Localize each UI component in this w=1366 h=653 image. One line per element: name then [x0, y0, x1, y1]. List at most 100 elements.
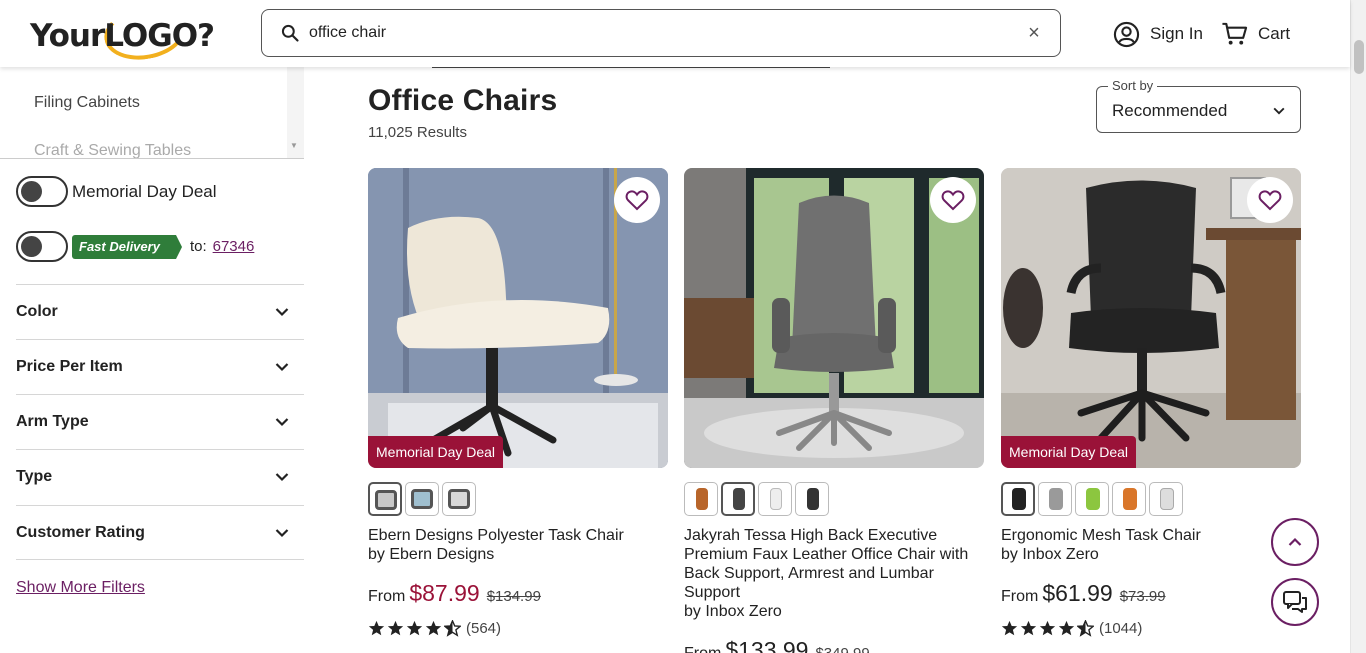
- product-card[interactable]: Jakyrah Tessa High Back Executive Premiu…: [684, 168, 984, 653]
- star-full-icon: [1039, 620, 1056, 636]
- product-title-block[interactable]: Ebern Designs Polyester Task Chair by Eb…: [368, 526, 668, 564]
- logo-text: YourLOGO?: [30, 18, 215, 54]
- filter-customer-rating[interactable]: Customer Rating: [16, 505, 304, 560]
- filter-label: Customer Rating: [16, 523, 145, 541]
- swatch-fill: [411, 489, 433, 509]
- rating-row[interactable]: (564): [368, 620, 501, 637]
- scroll-down-arrow-icon[interactable]: ▼: [290, 141, 298, 150]
- original-price: $349.99: [815, 645, 869, 653]
- star-half-icon: [1077, 620, 1094, 637]
- sort-legend: Sort by: [1108, 78, 1158, 93]
- star-full-icon: [1001, 620, 1018, 636]
- star-full-icon: [406, 620, 423, 636]
- zip-code-link[interactable]: 67346: [213, 238, 255, 255]
- filter-sidebar: Filing Cabinets Craft & Sewing Tables ▼ …: [0, 67, 305, 653]
- product-image[interactable]: Memorial Day Deal: [1001, 168, 1301, 468]
- product-image[interactable]: [684, 168, 984, 468]
- sort-dropdown[interactable]: Sort by Recommended: [1096, 78, 1301, 133]
- swatch-fill: [448, 489, 470, 509]
- header: YourLOGO? × Sign In Cart: [0, 0, 1350, 67]
- product-card[interactable]: Memorial Day Deal Ebern Designs Polyeste…: [368, 168, 668, 637]
- fast-delivery-row: Fast Delivery to: 67346: [16, 231, 254, 262]
- color-swatch[interactable]: [405, 482, 439, 516]
- chevron-down-icon: [275, 418, 289, 427]
- review-count: (1044): [1099, 620, 1143, 637]
- page-scrollbar[interactable]: [1350, 0, 1366, 653]
- current-price: $133.99: [725, 637, 809, 653]
- filter-label: Arm Type: [16, 413, 89, 430]
- color-swatch[interactable]: [1149, 482, 1183, 516]
- color-swatch[interactable]: [1038, 482, 1072, 516]
- rating-row[interactable]: (1044): [1001, 620, 1142, 637]
- sign-in-button[interactable]: Sign In: [1113, 20, 1203, 48]
- color-swatch[interactable]: [442, 482, 476, 516]
- swatch-fill: [1160, 488, 1174, 510]
- chevron-down-icon: [1273, 107, 1285, 115]
- filter-type[interactable]: Type: [16, 449, 304, 504]
- fast-delivery-toggle[interactable]: [16, 231, 68, 262]
- color-swatches: [368, 482, 476, 516]
- color-swatch[interactable]: [721, 482, 755, 516]
- color-swatch[interactable]: [1001, 482, 1035, 516]
- color-swatch[interactable]: [368, 482, 402, 516]
- price-row: From $61.99 $73.99: [1001, 580, 1166, 607]
- cart-button[interactable]: Cart: [1221, 20, 1290, 48]
- page-scrollbar-thumb[interactable]: [1354, 40, 1364, 74]
- product-title[interactable]: Ebern Designs Polyester Task Chair: [368, 526, 668, 545]
- product-brand: by Ebern Designs: [368, 546, 495, 563]
- color-swatch[interactable]: [684, 482, 718, 516]
- category-craft-sewing-tables[interactable]: Craft & Sewing Tables: [34, 142, 191, 158]
- current-price: $87.99: [409, 580, 480, 606]
- swatch-fill: [807, 488, 819, 510]
- price-from-label: From: [1001, 588, 1039, 605]
- clear-search-icon[interactable]: ×: [1024, 22, 1044, 44]
- heart-icon: [941, 190, 965, 211]
- product-title-block[interactable]: Jakyrah Tessa High Back Executive Premiu…: [684, 526, 984, 621]
- price-from-label: From: [684, 645, 721, 653]
- cart-icon: [1222, 22, 1248, 45]
- filter-color[interactable]: Color: [16, 284, 304, 339]
- favorite-button[interactable]: [1247, 177, 1293, 223]
- swatch-fill: [770, 488, 782, 510]
- price-row: From $87.99 $134.99: [368, 580, 541, 607]
- back-to-top-button[interactable]: [1271, 518, 1319, 566]
- star-full-icon: [368, 620, 385, 636]
- color-swatches: [684, 482, 829, 516]
- search-icon[interactable]: [280, 23, 300, 43]
- favorite-button[interactable]: [930, 177, 976, 223]
- results-count: 11,025 Results: [368, 124, 467, 141]
- chevron-down-icon: [275, 528, 289, 537]
- logo[interactable]: YourLOGO?: [30, 0, 215, 66]
- category-filing-cabinets[interactable]: Filing Cabinets: [34, 94, 140, 112]
- color-swatch[interactable]: [795, 482, 829, 516]
- product-title-block[interactable]: Ergonomic Mesh Task Chair by Inbox Zero: [1001, 526, 1301, 564]
- heart-icon: [625, 190, 649, 211]
- filter-price-per-item[interactable]: Price Per Item: [16, 339, 304, 394]
- color-swatch[interactable]: [758, 482, 792, 516]
- toggle-knob: [21, 236, 42, 257]
- memorial-day-deal-row: Memorial Day Deal: [16, 176, 217, 207]
- product-brand: by Inbox Zero: [1001, 546, 1099, 563]
- chevron-down-icon: [275, 473, 289, 482]
- swatch-fill: [375, 490, 397, 510]
- show-more-filters-link[interactable]: Show More Filters: [16, 579, 145, 597]
- search-input[interactable]: [309, 20, 1009, 46]
- filter-arm-type[interactable]: Arm Type: [16, 394, 304, 449]
- product-card[interactable]: Memorial Day Deal Ergonomic Mesh Task Ch…: [1001, 168, 1301, 637]
- product-image[interactable]: Memorial Day Deal: [368, 168, 668, 468]
- original-price: $134.99: [486, 588, 541, 605]
- price-row: From $133.99 $349.99: [684, 637, 870, 653]
- memorial-day-deal-toggle[interactable]: [16, 176, 68, 207]
- filter-label: Price Per Item: [16, 358, 123, 375]
- color-swatch[interactable]: [1075, 482, 1109, 516]
- product-title[interactable]: Ergonomic Mesh Task Chair: [1001, 526, 1301, 545]
- swatch-fill: [1012, 488, 1026, 510]
- star-half-icon: [444, 620, 461, 637]
- product-title[interactable]: Jakyrah Tessa High Back Executive Premiu…: [684, 526, 984, 602]
- chat-button[interactable]: [1271, 578, 1319, 626]
- sort-value: Recommended: [1112, 101, 1228, 120]
- favorite-button[interactable]: [614, 177, 660, 223]
- color-swatch[interactable]: [1112, 482, 1146, 516]
- user-icon: [1113, 21, 1140, 47]
- color-swatches: [1001, 482, 1183, 516]
